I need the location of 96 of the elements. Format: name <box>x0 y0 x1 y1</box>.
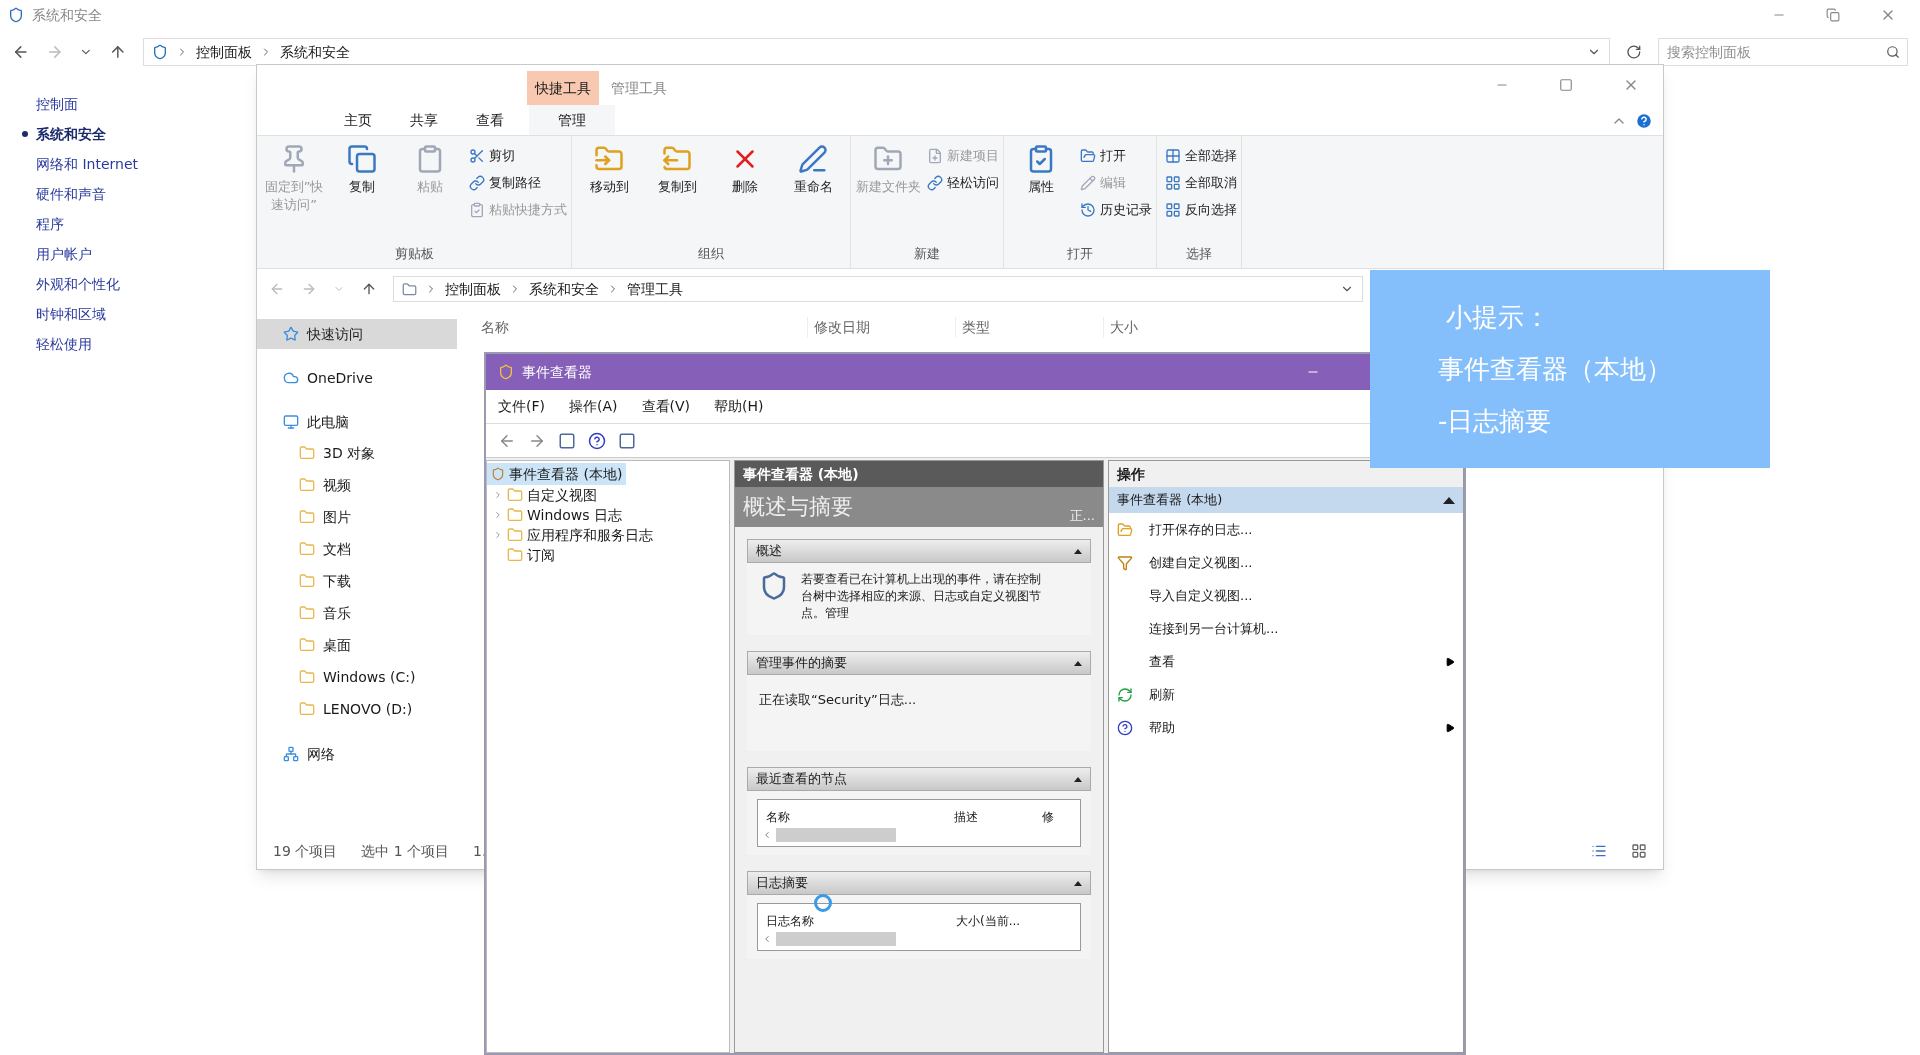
column-header[interactable]: 名称 <box>481 316 807 338</box>
tip-text: -日志摘要 <box>1438 405 1553 438</box>
ribbon-button[interactable]: 重命名 <box>780 144 846 244</box>
tree-item[interactable]: Windows 日志 <box>527 504 622 526</box>
column-header[interactable]: 修改日期 <box>807 316 955 338</box>
nav-item[interactable]: 图片 <box>257 501 457 533</box>
breadcrumb-item[interactable]: 系统和安全 <box>529 278 599 300</box>
nav-link[interactable]: 时钟和区域 <box>36 303 106 325</box>
nav-link[interactable]: 程序 <box>36 213 64 235</box>
ribbon-button[interactable]: 移动到 <box>576 144 642 244</box>
status-text: 选中 1 个项目 <box>361 841 450 861</box>
ribbon-button[interactable]: 全部取消 <box>1165 171 1237 195</box>
ribbon-button[interactable]: 历史记录 <box>1080 198 1152 222</box>
nav-item[interactable]: LENOVO (D:) <box>257 693 457 725</box>
context-tab[interactable]: 快捷工具 <box>527 71 599 105</box>
section-text: 正在读取“Security”日志... <box>759 692 917 707</box>
tree-item[interactable]: 订阅 <box>527 544 555 566</box>
column-header[interactable]: 大小 <box>1103 316 1203 338</box>
ribbon-button[interactable]: 全部选择 <box>1165 144 1237 168</box>
ribbon-button[interactable]: 反向选择 <box>1165 198 1237 222</box>
ribbon-button[interactable]: 属性 <box>1008 144 1074 244</box>
breadcrumb-item[interactable]: 管理工具 <box>627 278 683 300</box>
section-header[interactable]: 管理事件的摘要 <box>747 651 1091 675</box>
nav-link[interactable]: 轻松使用 <box>36 333 92 355</box>
breadcrumb-item[interactable]: 系统和安全 <box>279 41 350 63</box>
tree-item[interactable]: 应用程序和服务日志 <box>527 524 653 546</box>
nav-item[interactable]: 此电脑 <box>257 407 457 437</box>
action-item[interactable]: 打开保存的日志... <box>1109 513 1463 546</box>
action-item[interactable]: 帮助 <box>1109 711 1463 744</box>
breadcrumb-item[interactable]: 控制面板 <box>445 278 501 300</box>
nav-item[interactable]: OneDrive <box>257 363 457 393</box>
nav-item[interactable]: 下载 <box>257 565 457 597</box>
ribbon-button[interactable]: 轻松访问 <box>927 171 999 195</box>
nav-item[interactable]: 网络 <box>257 739 457 769</box>
address-bar[interactable]: 控制面板 系统和安全 管理工具 <box>393 276 1363 302</box>
window-title: 系统和安全 <box>32 5 102 25</box>
ribbon-button[interactable]: 打开 <box>1080 144 1152 168</box>
group-label: 选择 <box>1185 245 1213 263</box>
status-text: 19 个项目 <box>273 841 338 861</box>
tip-text: 事件查看器（本地） <box>1438 353 1673 386</box>
search-field[interactable]: 搜索控制面板 <box>1658 38 1908 66</box>
group-label: 组织 <box>697 245 725 263</box>
column-header[interactable]: 名称 <box>766 808 954 826</box>
nav-item[interactable]: 音乐 <box>257 597 457 629</box>
nav-item[interactable]: 桌面 <box>257 629 457 661</box>
nav-link[interactable]: 硬件和声音 <box>36 183 106 205</box>
window-title: 事件查看器 <box>522 362 592 382</box>
menu-item[interactable]: 文件(F) <box>498 396 545 417</box>
group-label: 剪贴板 <box>393 245 435 263</box>
ribbon-button[interactable]: 复制到 <box>644 144 710 244</box>
section-header[interactable]: 日志摘要 <box>747 871 1091 895</box>
pane-header: 事件查看器 (本地) <box>735 461 1103 487</box>
group-label: 新建 <box>913 245 941 263</box>
ribbon-tab[interactable]: 主页 <box>325 105 391 135</box>
nav-item[interactable]: 快速访问 <box>257 319 457 349</box>
menu-item[interactable]: 查看(V) <box>641 396 690 417</box>
section-header[interactable]: 概述 <box>747 539 1091 563</box>
section-text: 若要查看已在计算机上出现的事件，请在控制台树中选择相应的来源、日志或自定义视图节点。管理 <box>801 571 1042 622</box>
nav-item[interactable]: 视频 <box>257 469 457 501</box>
tip-text: 小提示： <box>1445 301 1551 334</box>
context-tab[interactable]: 管理工具 <box>599 71 679 105</box>
menu-item[interactable]: 帮助(H) <box>714 396 764 417</box>
action-group-header[interactable]: 事件查看器 (本地) <box>1109 487 1463 513</box>
menu-item[interactable]: 操作(A) <box>569 396 618 417</box>
nav-link[interactable]: 控制面 <box>36 93 78 115</box>
action-item[interactable]: 导入自定义视图... <box>1109 579 1463 612</box>
ribbon-button[interactable]: 复制路径 <box>469 171 567 195</box>
column-header[interactable]: 日志名称 <box>766 912 956 930</box>
column-header[interactable]: 大小(当前... <box>956 912 1046 930</box>
pane-header: 操作 <box>1109 461 1463 487</box>
nav-link[interactable]: 系统和安全 <box>36 123 106 145</box>
banner-note: 正... <box>1069 506 1095 525</box>
nav-link[interactable]: 用户帐户 <box>36 243 92 265</box>
column-header[interactable]: 描述 <box>953 808 1043 826</box>
ribbon-button[interactable]: 复制 <box>329 144 395 244</box>
breadcrumb-item[interactable]: 控制面板 <box>195 41 252 63</box>
action-item[interactable]: 查看 <box>1109 645 1463 678</box>
ribbon-tab[interactable]: 查看 <box>457 105 523 135</box>
ribbon-tab[interactable]: 共享 <box>391 105 457 135</box>
tree-item[interactable]: 自定义视图 <box>527 484 597 506</box>
action-item[interactable]: 刷新 <box>1109 678 1463 711</box>
ribbon-button[interactable]: 剪切 <box>469 144 567 168</box>
column-header[interactable]: 修 <box>1042 808 1072 826</box>
ribbon-button[interactable]: 删除 <box>712 144 778 244</box>
nav-item[interactable]: 文档 <box>257 533 457 565</box>
nav-link[interactable]: 外观和个性化 <box>36 273 120 295</box>
nav-item[interactable]: 3D 对象 <box>257 437 457 469</box>
group-label: 打开 <box>1066 245 1094 263</box>
section-header[interactable]: 最近查看的节点 <box>747 767 1091 791</box>
banner-title: 概述与摘要 <box>743 492 853 521</box>
nav-item[interactable]: Windows (C:) <box>257 661 457 693</box>
tree-item[interactable]: 事件查看器 (本地) <box>487 463 627 485</box>
action-item[interactable]: 连接到另一台计算机... <box>1109 612 1463 645</box>
action-item[interactable]: 创建自定义视图... <box>1109 546 1463 579</box>
column-header[interactable]: 类型 <box>955 316 1103 338</box>
nav-link[interactable]: 网络和 Internet <box>36 153 139 175</box>
